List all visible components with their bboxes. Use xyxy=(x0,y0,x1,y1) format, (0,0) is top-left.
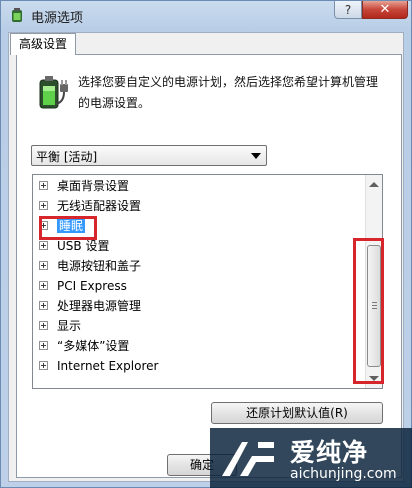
tree-item-processor-power[interactable]: 处理器电源管理 xyxy=(39,296,141,316)
tree-item-desktop-background[interactable]: 桌面背景设置 xyxy=(39,176,129,196)
tree-item-multimedia[interactable]: “多媒体”设置 xyxy=(39,336,129,356)
help-button[interactable]: ? xyxy=(334,1,362,19)
tab-advanced-settings[interactable]: 高级设置 xyxy=(10,33,76,55)
expand-plus-icon[interactable] xyxy=(39,281,48,290)
tree-item-display[interactable]: 显示 xyxy=(39,316,81,336)
tree-item-wireless-adapter[interactable]: 无线适配器设置 xyxy=(39,196,141,216)
settings-tree[interactable]: 桌面背景设置 无线适配器设置 睡眠 USB 设置 电源按钮和盖子 PCI Exp… xyxy=(32,174,383,389)
close-button[interactable]: ✕ xyxy=(362,1,408,19)
expand-plus-icon[interactable] xyxy=(39,321,48,330)
expand-plus-icon[interactable] xyxy=(39,301,48,310)
chevron-down-icon[interactable] xyxy=(251,153,261,159)
expand-plus-icon[interactable] xyxy=(39,261,48,270)
battery-plug-icon xyxy=(39,76,68,109)
expand-plus-icon[interactable] xyxy=(39,201,48,210)
power-plan-value: 平衡 [活动] xyxy=(36,150,98,164)
watermark: 爱纯净 aichunjing.com xyxy=(210,428,412,488)
power-plan-select[interactable]: 平衡 [活动] xyxy=(31,145,267,166)
tree-item-pci-express[interactable]: PCI Express xyxy=(39,276,127,296)
watermark-logo-icon xyxy=(222,442,274,476)
tree-item-internet-explorer[interactable]: Internet Explorer xyxy=(39,356,158,376)
window-title: 电源选项 xyxy=(31,11,84,26)
annotation-highlight-sleep xyxy=(39,216,97,240)
expand-plus-icon[interactable] xyxy=(39,181,48,190)
page-description: 选择您要自定义的电源计划，然后选择您希望计算机管理的电源设置。 xyxy=(78,75,379,110)
scroll-up-arrow-icon[interactable] xyxy=(369,182,379,187)
watermark-url: aichunjing.com xyxy=(290,466,397,482)
power-options-icon xyxy=(12,8,22,22)
watermark-name: 爱纯净 xyxy=(290,438,369,467)
expand-plus-icon[interactable] xyxy=(39,241,48,250)
expand-plus-icon[interactable] xyxy=(39,361,48,370)
restore-defaults-button[interactable]: 还原计划默认值(R) xyxy=(211,402,383,424)
tree-item-power-buttons-lid[interactable]: 电源按钮和盖子 xyxy=(39,256,141,276)
expand-plus-icon[interactable] xyxy=(39,341,48,350)
annotation-highlight-scrollbar xyxy=(353,238,384,384)
